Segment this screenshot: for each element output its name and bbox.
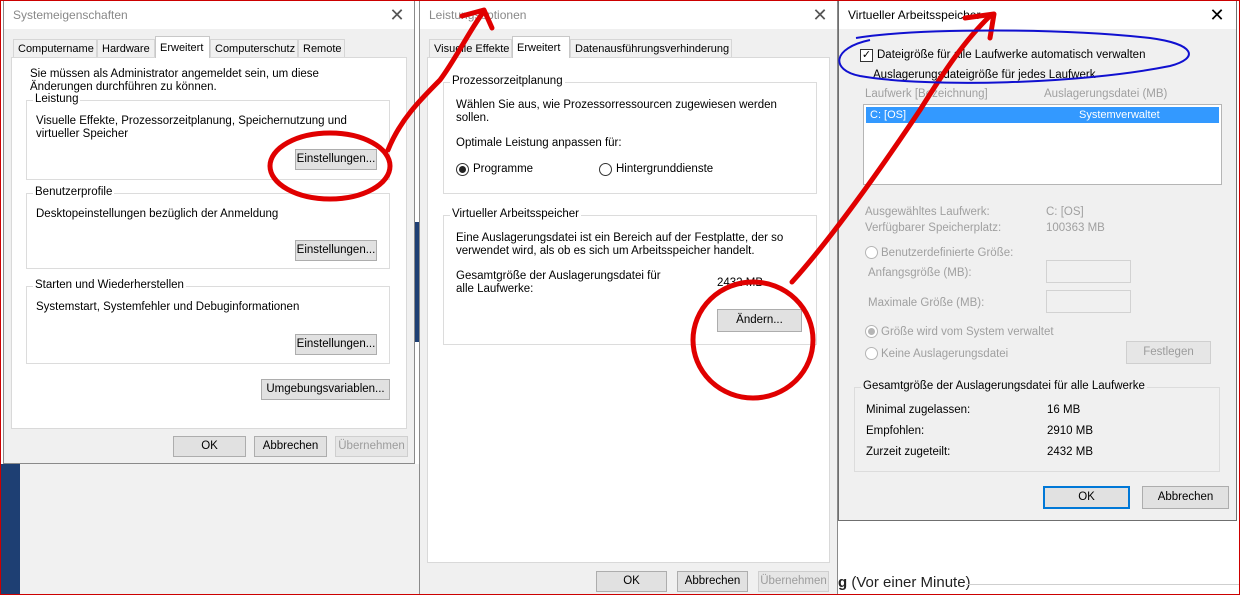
system-properties-advanced-pane: Sie müssen als Administrator angemeldet … bbox=[11, 57, 407, 429]
virtual-memory-group: Virtueller Arbeitsspeicher Eine Auslager… bbox=[443, 208, 817, 345]
virtual-memory-titlebar[interactable]: Virtueller Arbeitsspeicher ✕ bbox=[839, 1, 1236, 29]
system-properties-cancel-button[interactable]: Abbrechen bbox=[254, 436, 327, 457]
close-icon[interactable]: ✕ bbox=[1204, 4, 1230, 26]
processor-scheduling-group: Prozessorzeitplanung Wählen Sie aus, wie… bbox=[443, 75, 817, 194]
performance-options-cancel-button[interactable]: Abbrechen bbox=[677, 571, 748, 592]
currently-allocated-value: 2432 MB bbox=[1047, 446, 1094, 458]
performance-options-titlebar[interactable]: Leistungsoptionen ✕ bbox=[420, 1, 837, 29]
column-pagefile-label: Auslagerungsdatei (MB) bbox=[1044, 88, 1168, 100]
custom-size-radio[interactable] bbox=[865, 246, 878, 259]
pagefile-total-label: Gesamtgröße der Auslagerungsdatei für al… bbox=[456, 270, 661, 295]
drive-row-size: Systemverwaltet bbox=[1079, 109, 1160, 121]
currently-allocated-label: Zurzeit zugeteilt: bbox=[866, 446, 951, 458]
user-profiles-group: Benutzerprofile Desktopeinstellungen bez… bbox=[26, 186, 390, 269]
set-button[interactable]: Festlegen bbox=[1126, 341, 1211, 364]
close-icon[interactable]: ✕ bbox=[807, 4, 833, 26]
system-properties-dialog: Systemeigenschaften ✕ Computername Hardw… bbox=[3, 0, 415, 464]
system-managed-radio[interactable] bbox=[865, 325, 878, 338]
max-size-label: Maximale Größe (MB): bbox=[868, 297, 985, 309]
performance-options-title: Leistungsoptionen bbox=[429, 8, 527, 22]
user-profiles-label: Benutzerprofile bbox=[33, 186, 115, 198]
tab-advanced[interactable]: Erweitert bbox=[512, 36, 570, 58]
drive-list-row[interactable]: C: [OS] Systemverwaltet bbox=[866, 107, 1219, 123]
background-status-time: (Vor einer Minute) bbox=[847, 574, 971, 591]
auto-manage-label[interactable]: Dateigröße für alle Laufwerke automatisc… bbox=[877, 49, 1145, 62]
free-space-value: 100363 MB bbox=[1046, 222, 1105, 234]
optimize-for-label: Optimale Leistung anpassen für: bbox=[456, 137, 622, 149]
close-icon[interactable]: ✕ bbox=[384, 4, 410, 26]
startup-recovery-group: Starten und Wiederherstellen Systemstart… bbox=[26, 279, 390, 364]
background-services-radio[interactable] bbox=[599, 163, 612, 176]
virtual-memory-ok-button[interactable]: OK bbox=[1043, 486, 1130, 509]
programs-label[interactable]: Programme bbox=[473, 163, 533, 176]
tab-hardware[interactable]: Hardware bbox=[97, 39, 155, 57]
performance-label: Leistung bbox=[33, 93, 81, 105]
no-pagefile-radio[interactable] bbox=[865, 347, 878, 360]
background-services-label[interactable]: Hintergrunddienste bbox=[616, 163, 713, 176]
performance-group: Leistung Visuelle Effekte, Prozessorzeit… bbox=[26, 93, 390, 180]
free-space-label: Verfügbarer Speicherplatz: bbox=[865, 222, 1002, 234]
startup-recovery-text: Systemstart, Systemfehler und Debuginfor… bbox=[36, 301, 300, 313]
tab-data-execution-prevention[interactable]: Datenausführungsverhinderung bbox=[570, 39, 732, 57]
performance-options-apply-button[interactable]: Übernehmen bbox=[758, 571, 829, 592]
tab-computername[interactable]: Computername bbox=[13, 39, 97, 57]
user-profiles-text: Desktopeinstellungen bezüglich der Anmel… bbox=[36, 208, 279, 220]
system-properties-title: Systemeigenschaften bbox=[13, 8, 128, 22]
initial-size-label: Anfangsgröße (MB): bbox=[868, 267, 972, 279]
selected-drive-label: Ausgewähltes Laufwerk: bbox=[865, 206, 990, 218]
performance-options-dialog: Leistungsoptionen ✕ Visuelle Effekte Erw… bbox=[419, 0, 838, 595]
no-pagefile-label[interactable]: Keine Auslagerungsdatei bbox=[881, 348, 1008, 361]
performance-options-tabs: Visuelle Effekte Erweitert Datenausführu… bbox=[429, 36, 829, 59]
system-properties-ok-button[interactable]: OK bbox=[173, 436, 246, 457]
max-size-input[interactable] bbox=[1046, 290, 1131, 313]
auto-manage-checkbox[interactable]: ✓ bbox=[860, 49, 873, 62]
tab-visual-effects[interactable]: Visuelle Effekte bbox=[429, 39, 512, 57]
tab-erweitert[interactable]: Erweitert bbox=[155, 36, 210, 58]
system-managed-label[interactable]: Größe wird vom System verwaltet bbox=[881, 326, 1054, 339]
startup-recovery-label: Starten und Wiederherstellen bbox=[33, 279, 186, 291]
min-allowed-label: Minimal zugelassen: bbox=[866, 404, 971, 416]
background-status-text: g (Vor einer Minute) bbox=[838, 574, 971, 591]
background-status-prefix: g bbox=[838, 574, 848, 591]
system-properties-titlebar[interactable]: Systemeigenschaften ✕ bbox=[4, 1, 414, 29]
virtual-memory-text: Eine Auslagerungsdatei ist ein Bereich a… bbox=[456, 232, 784, 257]
system-properties-tabs: Computername Hardware Erweitert Computer… bbox=[13, 36, 403, 59]
processor-scheduling-text: Wählen Sie aus, wie Prozessorressourcen … bbox=[456, 99, 777, 124]
environment-variables-button[interactable]: Umgebungsvariablen... bbox=[261, 379, 390, 400]
custom-size-label[interactable]: Benutzerdefinierte Größe: bbox=[881, 247, 1013, 260]
performance-text: Visuelle Effekte, Prozessorzeitplanung, … bbox=[36, 115, 347, 140]
virtual-memory-cancel-button[interactable]: Abbrechen bbox=[1142, 486, 1229, 509]
background-header-strip-left bbox=[0, 464, 20, 595]
totals-group: Gesamtgröße der Auslagerungsdatei für al… bbox=[854, 380, 1220, 472]
performance-settings-button[interactable]: Einstellungen... bbox=[295, 149, 377, 170]
virtual-memory-title: Virtueller Arbeitsspeicher bbox=[848, 8, 981, 22]
drive-list[interactable]: C: [OS] Systemverwaltet bbox=[863, 104, 1222, 185]
pagefile-total-value: 2432 MB bbox=[717, 277, 764, 289]
admin-note: Sie müssen als Administrator angemeldet … bbox=[30, 68, 319, 93]
min-allowed-value: 16 MB bbox=[1047, 404, 1081, 416]
programs-radio[interactable] bbox=[456, 163, 469, 176]
initial-size-input[interactable] bbox=[1046, 260, 1131, 283]
processor-scheduling-label: Prozessorzeitplanung bbox=[450, 75, 565, 87]
drive-row-drive: C: [OS] bbox=[870, 109, 907, 121]
change-virtual-memory-button[interactable]: Ändern... bbox=[717, 309, 802, 332]
per-drive-label: Auslagerungsdateigröße für jedes Laufwer… bbox=[873, 69, 1096, 81]
virtual-memory-label: Virtueller Arbeitsspeicher bbox=[450, 208, 581, 220]
background-divider bbox=[966, 584, 1240, 585]
performance-options-advanced-pane: Prozessorzeitplanung Wählen Sie aus, wie… bbox=[427, 57, 830, 563]
column-drive-label: Laufwerk [Bezeichnung] bbox=[865, 88, 988, 100]
tab-computerschutz[interactable]: Computerschutz bbox=[210, 39, 298, 57]
background-panel-left bbox=[20, 464, 420, 595]
totals-label: Gesamtgröße der Auslagerungsdatei für al… bbox=[861, 380, 1147, 392]
recommended-value: 2910 MB bbox=[1047, 425, 1094, 437]
user-profiles-settings-button[interactable]: Einstellungen... bbox=[295, 240, 377, 261]
tab-remote[interactable]: Remote bbox=[298, 39, 345, 57]
virtual-memory-dialog: Virtueller Arbeitsspeicher ✕ ✓ Dateigröß… bbox=[838, 0, 1237, 521]
startup-recovery-settings-button[interactable]: Einstellungen... bbox=[295, 334, 377, 355]
performance-options-ok-button[interactable]: OK bbox=[596, 571, 667, 592]
selected-drive-value: C: [OS] bbox=[1046, 206, 1084, 218]
recommended-label: Empfohlen: bbox=[866, 425, 925, 437]
system-properties-apply-button[interactable]: Übernehmen bbox=[335, 436, 408, 457]
